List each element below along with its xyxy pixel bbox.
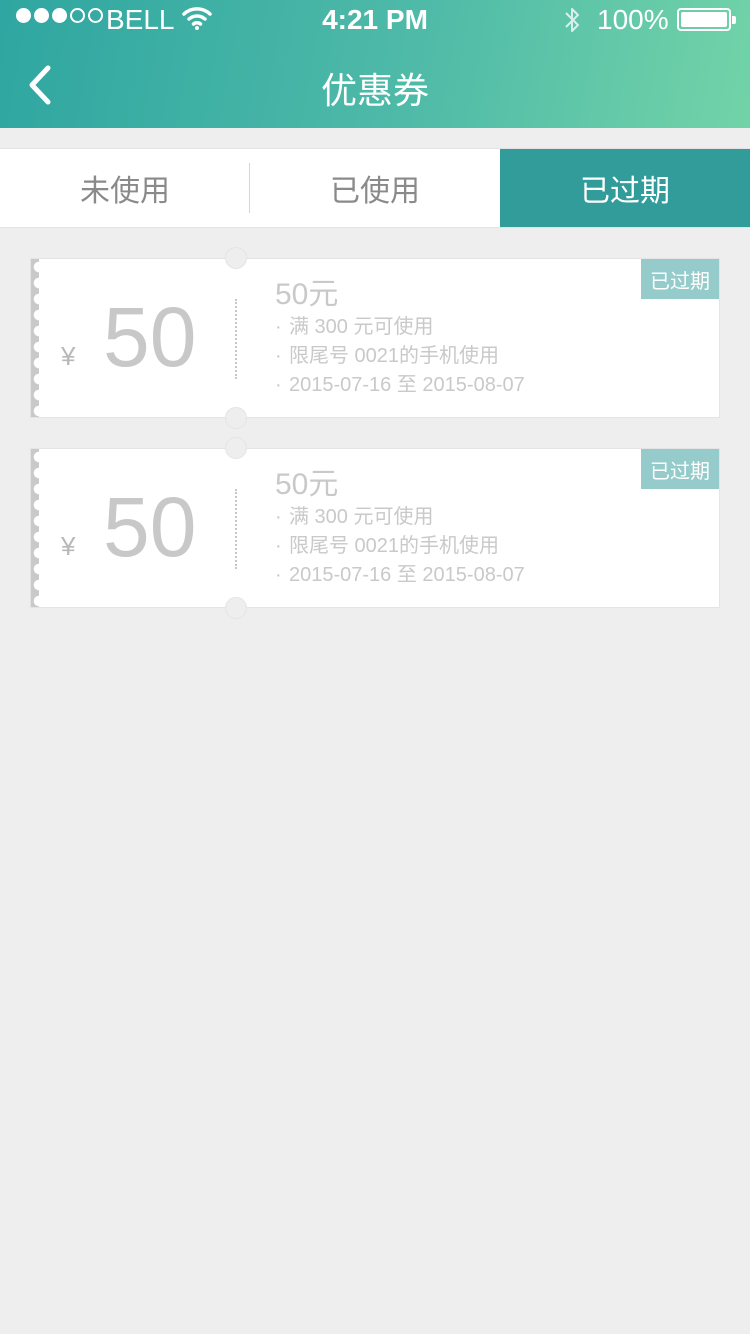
- coupon-validity: · 2015-07-16 至 2015-08-07: [275, 564, 525, 586]
- coupon-divider: [235, 489, 237, 569]
- battery-icon: [677, 8, 736, 31]
- coupon-condition: · 满 300 元可使用: [275, 506, 434, 528]
- battery-percent: 100%: [597, 4, 669, 35]
- coupon-notch-top: [225, 437, 247, 459]
- coupon-condition-text: 满 300 元可使用: [289, 506, 434, 528]
- expired-badge: 已过期: [641, 259, 719, 299]
- coupon-title: 50元: [275, 278, 339, 311]
- currency-symbol: ¥: [61, 341, 76, 371]
- coupon-card[interactable]: ¥ 50 50元 · 满 300 元可使用 · 限尾号 0021的手机使用 · 201…: [30, 437, 720, 619]
- coupon-restriction-text: 限尾号 0021的手机使用: [289, 535, 500, 557]
- coupon-amount: 50: [103, 480, 197, 574]
- tab-used[interactable]: 已使用: [250, 149, 500, 227]
- coupon-serrated-edge: [31, 259, 39, 417]
- expired-badge: 已过期: [641, 449, 719, 489]
- coupon-title: 50元: [275, 468, 339, 501]
- coupon-info: 50元 · 满 300 元可使用 · 限尾号 0021的手机使用 · 2015-07-…: [275, 467, 525, 590]
- coupon-restriction: · 限尾号 0021的手机使用: [275, 535, 500, 557]
- coupon-serrated-edge: [31, 449, 39, 607]
- coupon-notch-top: [225, 247, 247, 269]
- tab-bar: 未使用 已使用 已过期: [0, 148, 750, 228]
- header: BELL 4:21 PM 100% 优惠券: [0, 0, 750, 128]
- coupon-notch-bottom: [225, 597, 247, 619]
- coupon-info: 50元 · 满 300 元可使用 · 限尾号 0021的手机使用 · 2015-07-…: [275, 277, 525, 400]
- coupon-amount: 50: [103, 290, 197, 384]
- tab-expired[interactable]: 已过期: [500, 149, 750, 227]
- coupon-restriction: · 限尾号 0021的手机使用: [275, 345, 500, 367]
- status-bar: BELL 4:21 PM 100%: [0, 0, 750, 40]
- coupon-validity-text: 2015-07-16 至 2015-08-07: [289, 564, 525, 586]
- currency-symbol: ¥: [61, 531, 76, 561]
- coupon-restriction-text: 限尾号 0021的手机使用: [289, 345, 500, 367]
- coupon-validity: · 2015-07-16 至 2015-08-07: [275, 374, 525, 396]
- coupon-notch-bottom: [225, 407, 247, 429]
- tab-unused[interactable]: 未使用: [0, 149, 250, 227]
- coupon-card[interactable]: ¥ 50 50元 · 满 300 元可使用 · 限尾号 0021的手机使用 · 201…: [30, 247, 720, 429]
- coupon-divider: [235, 299, 237, 379]
- coupon-validity-text: 2015-07-16 至 2015-08-07: [289, 374, 525, 396]
- page-title: 优惠券: [320, 70, 429, 111]
- bluetooth-icon: [565, 8, 579, 32]
- coupon-condition: · 满 300 元可使用: [275, 316, 434, 338]
- coupon-condition-text: 满 300 元可使用: [289, 316, 434, 338]
